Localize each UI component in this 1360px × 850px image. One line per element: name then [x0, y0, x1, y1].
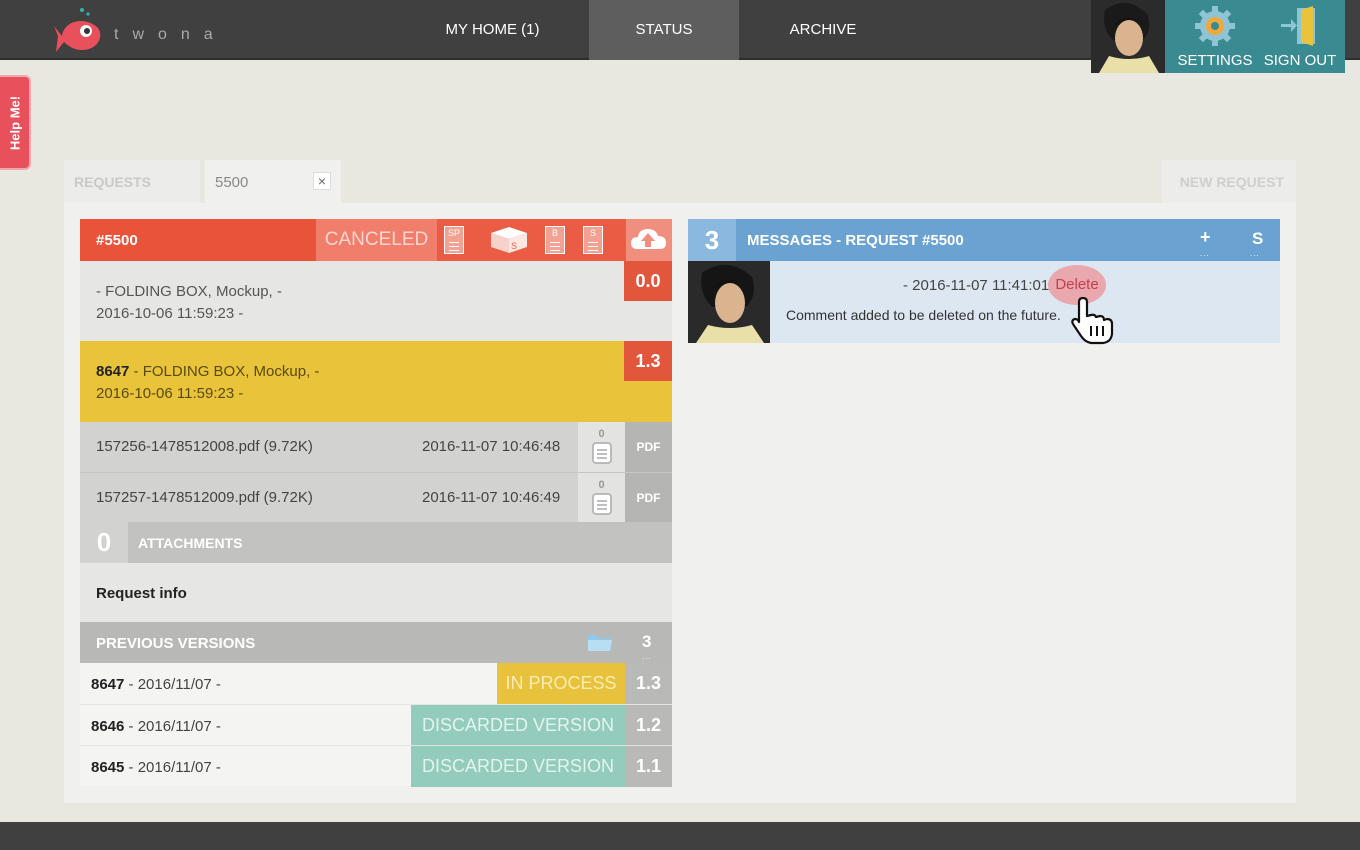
- file-comments-button[interactable]: 0: [578, 473, 625, 523]
- messages-s-button[interactable]: S: [1252, 229, 1263, 249]
- note-icon: [592, 442, 612, 464]
- cloud-upload-icon: [631, 229, 666, 249]
- hand-cursor-icon: [1071, 296, 1114, 345]
- attachments-label: ATTACHMENTS: [138, 535, 243, 551]
- message-text: Comment added to be deleted on the futur…: [786, 307, 1061, 323]
- version-info: - FOLDING BOX, Mockup, - 2016-10-06 11:5…: [96, 283, 282, 322]
- settings-label: SETTINGS: [1177, 52, 1253, 69]
- nav-status[interactable]: STATUS: [589, 0, 739, 60]
- previous-versions-label: PREVIOUS VERSIONS: [96, 635, 256, 652]
- status-badge: DISCARDED VERSION: [411, 746, 625, 787]
- brand-name: twona: [114, 26, 227, 43]
- version-number: 1.2: [625, 705, 672, 746]
- sign-out-label: SIGN OUT: [1263, 52, 1337, 69]
- request-status-badge: CANCELED: [316, 219, 437, 261]
- tab-new-request[interactable]: NEW REQUEST: [1162, 160, 1296, 203]
- request-id: #5500: [96, 232, 138, 249]
- tab-requests-label: REQUESTS: [74, 174, 152, 190]
- tab-requests[interactable]: REQUESTS: [64, 160, 247, 203]
- version-number: 1.1: [625, 746, 672, 787]
- messages-header: 3 MESSAGES - REQUEST #5500 + ... S ...: [688, 219, 1280, 261]
- request-info-label: Request info: [96, 585, 187, 602]
- nav-my-home[interactable]: MY HOME (1): [420, 0, 565, 60]
- spec-doc-icon[interactable]: SP: [444, 226, 464, 254]
- version-badge: 1.3: [624, 341, 672, 381]
- pdf-download-button[interactable]: PDF: [625, 422, 672, 472]
- note-icon: [592, 493, 612, 515]
- version-row-selected[interactable]: 8647 - FOLDING BOX, Mockup, - 2016-10-06…: [80, 341, 672, 422]
- s-doc-icon[interactable]: S: [583, 226, 603, 254]
- upload-button[interactable]: [626, 219, 672, 261]
- status-badge: DISCARDED VERSION: [411, 705, 625, 746]
- version-number: 1.3: [625, 663, 672, 704]
- messages-count: 3: [688, 219, 736, 261]
- tab-request-5500[interactable]: 5500 ×: [205, 160, 341, 203]
- request-info-row[interactable]: Request info: [80, 563, 672, 622]
- footer-bar: [0, 822, 1360, 850]
- file-name: 157257-1478512009.pdf (9.72K): [96, 489, 313, 506]
- user-avatar[interactable]: [1091, 0, 1165, 73]
- settings-button[interactable]: SETTINGS: [1170, 0, 1260, 73]
- box-icon[interactable]: S: [489, 225, 529, 255]
- status-badge: IN PROCESS: [497, 663, 625, 704]
- close-tab-icon[interactable]: ×: [313, 172, 331, 190]
- file-name: 157256-1478512008.pdf (9.72K): [96, 438, 313, 455]
- previous-versions-count[interactable]: 3: [642, 632, 651, 652]
- door-exit-icon: [1281, 6, 1315, 46]
- help-me-tab[interactable]: Help Me!: [0, 75, 31, 170]
- nav-archive[interactable]: ARCHIVE: [748, 0, 898, 60]
- attachments-header[interactable]: 0 ATTACHMENTS: [80, 522, 672, 563]
- folder-icon[interactable]: [586, 630, 614, 654]
- previous-versions-header: PREVIOUS VERSIONS 3 ...: [80, 622, 672, 663]
- fish-logo-icon[interactable]: [52, 6, 108, 58]
- previous-version-row[interactable]: 8647 - 2016/11/07 - IN PROCESS 1.3: [80, 663, 672, 704]
- previous-version-row[interactable]: 8646 - 2016/11/07 - DISCARDED VERSION 1.…: [80, 704, 672, 746]
- tab-new-request-label: NEW REQUEST: [1179, 174, 1284, 190]
- avatar: [688, 261, 770, 343]
- file-date: 2016-11-07 10:46:49: [422, 489, 561, 506]
- message-item: - 2016-11-07 11:41:01 Delete Comment add…: [688, 261, 1280, 343]
- svg-text:S: S: [511, 241, 517, 251]
- file-row[interactable]: 157257-1478512009.pdf (9.72K) 2016-11-07…: [80, 472, 672, 523]
- sign-out-button[interactable]: SIGN OUT: [1255, 0, 1345, 73]
- request-doc-icons: SP S B S: [437, 219, 626, 261]
- b-doc-icon[interactable]: B: [545, 226, 565, 254]
- attachments-count: 0: [80, 522, 128, 563]
- messages-title: MESSAGES - REQUEST #5500: [747, 232, 964, 249]
- gear-icon: [1195, 6, 1235, 46]
- tab-5500-label: 5500: [215, 174, 249, 191]
- file-date: 2016-11-07 10:46:48: [422, 438, 561, 455]
- file-row[interactable]: 157256-1478512008.pdf (9.72K) 2016-11-07…: [80, 422, 672, 472]
- message-date: - 2016-11-07 11:41:01: [903, 277, 1050, 294]
- add-message-button[interactable]: +: [1200, 227, 1211, 248]
- help-me-label: Help Me!: [7, 95, 22, 150]
- previous-version-row[interactable]: 8645 - 2016/11/07 - DISCARDED VERSION 1.…: [80, 745, 672, 787]
- pdf-download-button[interactable]: PDF: [625, 473, 672, 523]
- version-row-current[interactable]: - FOLDING BOX, Mockup, - 2016-10-06 11:5…: [80, 261, 672, 341]
- request-header: #5500 CANCELED SP S B S: [80, 219, 672, 261]
- file-comments-button[interactable]: 0: [578, 422, 625, 472]
- version-info: 8647 - FOLDING BOX, Mockup, - 2016-10-06…: [96, 363, 320, 402]
- version-badge: 0.0: [624, 261, 672, 301]
